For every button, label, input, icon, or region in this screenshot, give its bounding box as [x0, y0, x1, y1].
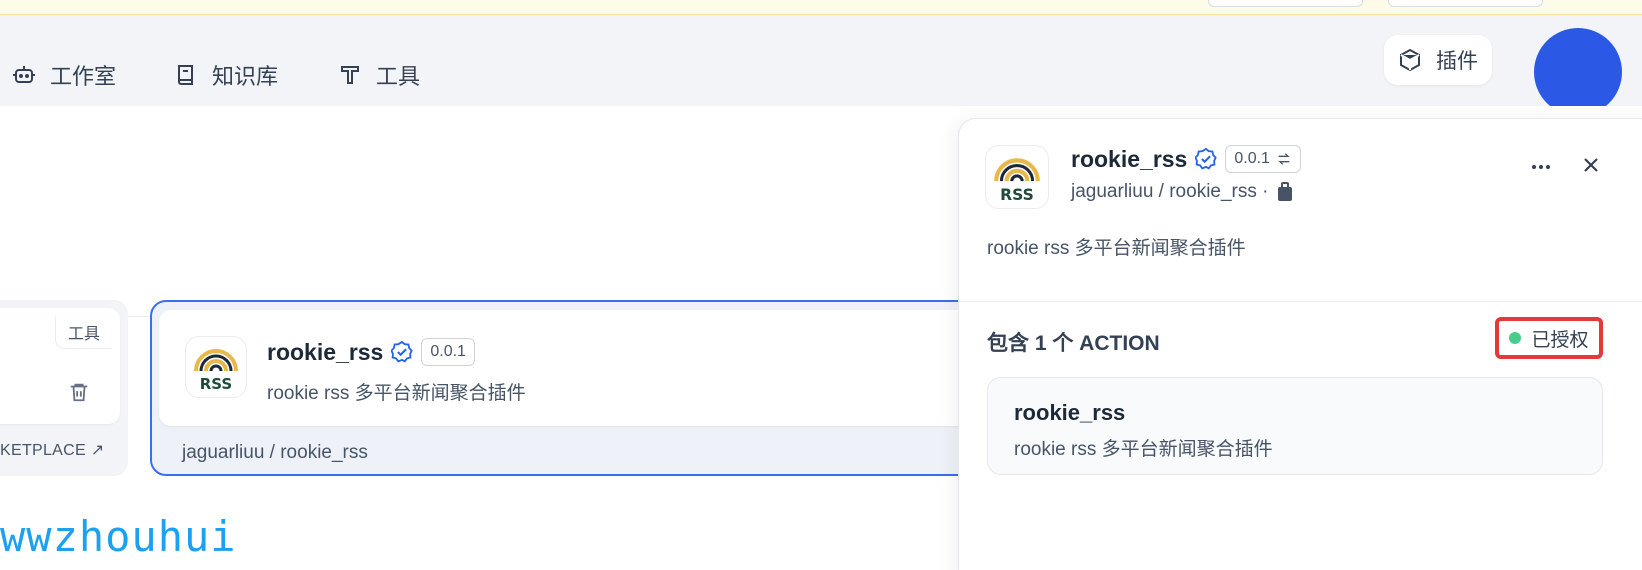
bot-icon — [13, 66, 35, 83]
top-banner — [0, 0, 1642, 15]
close-icon[interactable] — [1579, 153, 1603, 177]
panel-title: rookie_rss 0.0.1 — [1071, 145, 1301, 173]
banner-button[interactable] — [1208, 0, 1363, 7]
rss-logo-icon: RSS — [985, 145, 1049, 209]
status-dot-icon — [1509, 332, 1522, 344]
nav-item-label: 知识库 — [212, 64, 279, 89]
plugin-author: jaguarliuu / rookie_rss — [182, 442, 368, 463]
plugin-card-inner: 工具 — [0, 308, 120, 424]
tool-icon — [341, 66, 359, 84]
nav-item-label: 工具 — [376, 64, 421, 89]
plugin-detail-panel: RSS rookie_rss 0.0.1 jaguarliuu / rookie… — [958, 118, 1642, 570]
tool-tag: 工具 — [54, 316, 112, 349]
action-name: rookie_rss — [1014, 400, 1126, 425]
plugin-title: rookie_rss 0.0.1 — [267, 338, 475, 366]
package-icon — [1278, 182, 1293, 201]
version-switch-badge[interactable]: 0.0.1 — [1225, 145, 1301, 173]
more-icon[interactable] — [1529, 155, 1553, 179]
verified-icon — [1195, 148, 1218, 170]
banner-button[interactable] — [1388, 0, 1543, 7]
plugin-description: rookie rss 多平台新闻聚合插件 — [267, 383, 526, 404]
version-badge: 0.0.1 — [421, 338, 475, 366]
plugin-button[interactable]: 插件 — [1384, 35, 1492, 85]
verified-icon — [391, 341, 414, 363]
book-icon — [178, 65, 193, 85]
nav-item-studio[interactable]: 工作室 — [12, 59, 116, 91]
nav-item-label: 工作室 — [50, 64, 117, 89]
swap-icon — [1278, 153, 1290, 165]
panel-author-row: jaguarliuu / rookie_rss · — [1071, 181, 1294, 203]
plugin-name: rookie_rss — [267, 338, 384, 365]
selected-plugin-card[interactable]: RSS rookie_rss 0.0.1 rookie rss 多平台新闻聚合插… — [150, 300, 980, 476]
action-count-title: 包含 1 个 ACTION — [987, 332, 1160, 355]
watermark-text: wwzhouhui — [0, 512, 237, 561]
auth-status-label: 已授权 — [1531, 329, 1589, 351]
svg-text:RSS: RSS — [200, 375, 232, 393]
cube-icon — [1400, 48, 1420, 72]
nav-item-tools[interactable]: 工具 — [338, 59, 420, 91]
marketplace-label: KETPLACE ↗ — [0, 442, 105, 459]
action-card[interactable]: rookie_rss rookie rss 多平台新闻聚合插件 — [987, 377, 1603, 475]
top-nav: 工作室 知识库 工具 插件 — [0, 15, 1642, 116]
avatar[interactable] — [1534, 28, 1622, 116]
nav-item-knowledge[interactable]: 知识库 — [174, 59, 278, 91]
panel-version: 0.0.1 — [1234, 150, 1270, 167]
panel-plugin-name: rookie_rss — [1071, 145, 1188, 172]
action-description: rookie rss 多平台新闻聚合插件 — [1014, 439, 1273, 460]
plugin-card[interactable]: 工具 KETPLACE ↗ — [0, 300, 128, 476]
trash-icon[interactable] — [68, 380, 90, 404]
plugin-card-inner: RSS rookie_rss 0.0.1 rookie rss 多平台新闻聚合插… — [159, 310, 969, 426]
svg-text:RSS: RSS — [1000, 186, 1034, 204]
rss-logo-icon: RSS — [185, 336, 247, 398]
authorized-button[interactable]: 已授权 — [1495, 317, 1603, 359]
panel-description: rookie rss 多平台新闻聚合插件 — [987, 238, 1246, 259]
divider — [959, 301, 1642, 302]
panel-author: jaguarliuu / rookie_rss · — [1071, 181, 1269, 202]
marketplace-link[interactable]: KETPLACE ↗ — [0, 440, 104, 460]
plugin-label: 插件 — [1436, 50, 1478, 73]
